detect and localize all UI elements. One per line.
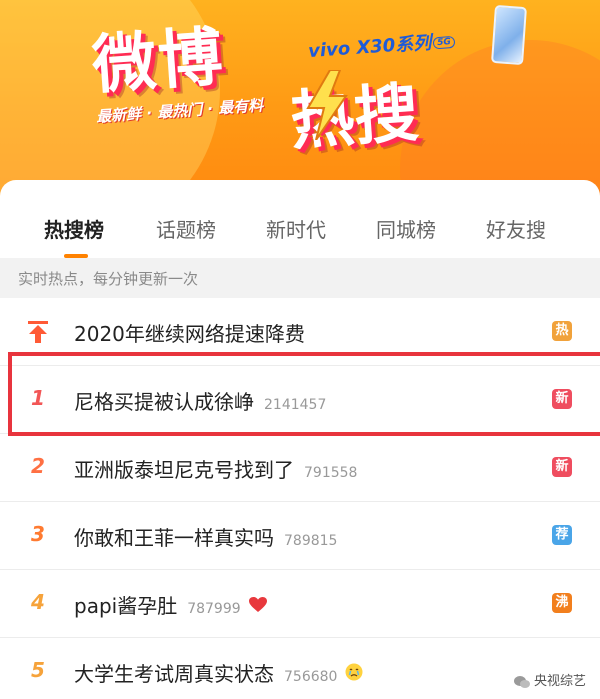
- topic-text: 你敢和王菲一样真实吗: [74, 526, 274, 550]
- tab-local[interactable]: 同城榜: [376, 214, 436, 243]
- rank-number: 3: [31, 522, 45, 546]
- heart-icon: [248, 597, 267, 617]
- search-count: 756680: [284, 669, 338, 685]
- topic-title: 亚洲版泰坦尼克号找到了 791558: [74, 454, 357, 483]
- topic-text: papi酱孕肚: [74, 594, 178, 618]
- rank-number: 5: [31, 658, 45, 682]
- phone-image: [491, 4, 527, 66]
- tab-friends[interactable]: 好友搜: [486, 214, 546, 243]
- update-note: 实时热点，每分钟更新一次: [18, 270, 199, 288]
- crying-face-icon: [345, 663, 363, 685]
- rank-number: 2: [31, 454, 45, 478]
- search-count: 787999: [187, 601, 241, 617]
- topic-text: 亚洲版泰坦尼克号找到了: [74, 458, 294, 482]
- topic-text: 大学生考试周真实状态: [74, 662, 274, 686]
- topic-title: 2020年继续网络提速降费: [74, 322, 305, 346]
- watermark: 央视综艺: [509, 668, 590, 691]
- list-item[interactable]: 4 papi酱孕肚 787999 沸: [0, 570, 600, 638]
- search-count: 791558: [304, 465, 358, 481]
- boiling-badge: 沸: [552, 593, 572, 613]
- search-count: 789815: [284, 533, 338, 549]
- lightning-icon: [306, 70, 348, 140]
- hot-search-panel: 热搜榜 话题榜 新时代 同城榜 好友搜 实时热点，每分钟更新一次 2020年继续…: [0, 180, 600, 699]
- new-badge: 新: [552, 457, 572, 477]
- update-note-bar: 实时热点，每分钟更新一次: [0, 258, 600, 298]
- recommend-badge: 荐: [552, 525, 572, 545]
- wechat-icon: [513, 675, 530, 688]
- promo-text: vivo X30系列 5G: [307, 27, 456, 63]
- topic-title: papi酱孕肚 787999: [74, 590, 267, 619]
- promo-label: vivo X30系列: [307, 32, 432, 63]
- pin-top-icon: [28, 321, 48, 343]
- list-item[interactable]: 2 亚洲版泰坦尼克号找到了 791558 新: [0, 434, 600, 502]
- highlight-box: [8, 352, 600, 436]
- topic-title: 大学生考试周真实状态 756680: [74, 658, 363, 687]
- 5g-badge: 5G: [432, 35, 456, 50]
- tab-bar: 热搜榜 话题榜 新时代 同城榜 好友搜: [0, 196, 600, 258]
- banner-title-weibo: 微博: [89, 20, 227, 104]
- tab-new-era[interactable]: 新时代: [266, 214, 326, 243]
- list-item[interactable]: 3 你敢和王菲一样真实吗 789815 荐: [0, 502, 600, 570]
- weibo-hot-search-banner: vivo X30系列 5G 微博 热搜 最新鲜 · 最热门 · 最有料: [0, 0, 600, 196]
- tab-topics[interactable]: 话题榜: [156, 214, 216, 243]
- watermark-text: 央视综艺: [533, 674, 586, 689]
- topic-title: 你敢和王菲一样真实吗 789815: [74, 522, 337, 551]
- rank-number: 4: [31, 590, 45, 614]
- tab-hot-search[interactable]: 热搜榜: [44, 214, 104, 243]
- hot-badge: 热: [552, 321, 572, 341]
